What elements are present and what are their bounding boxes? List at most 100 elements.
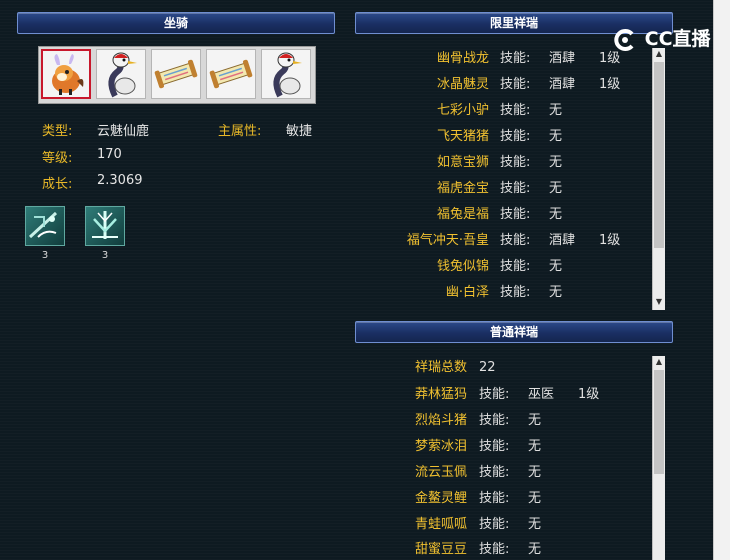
skill-value: 无 <box>549 285 563 300</box>
item-name: 如意宝狮 <box>436 155 489 170</box>
list-item: 金鳌灵鲤 技能: 无 <box>380 489 650 509</box>
growth-label: 成长: <box>42 177 73 192</box>
item-name: 甜蜜豆豆 <box>414 542 467 557</box>
skill-level: 1级 <box>578 387 600 402</box>
pet-selector-row <box>38 46 316 104</box>
item-name: 七彩小驴 <box>436 103 489 118</box>
level-value: 170 <box>97 147 122 162</box>
item-name: 幽·白泽 <box>445 285 489 300</box>
skill-label: 技能: <box>500 155 531 170</box>
list-item: 甜蜜豆豆 技能: 无 <box>380 540 650 560</box>
list-item: 如意宝狮 技能: 无 <box>380 153 650 173</box>
skill-value: 无 <box>549 207 563 222</box>
list-item: 青蛙呱呱 技能: 无 <box>380 515 650 535</box>
pet-slot-3[interactable] <box>151 49 201 99</box>
item-name: 福兔是福 <box>436 207 489 222</box>
mount-panel-header: 坐骑 <box>17 12 335 34</box>
skill-label: 技能: <box>479 542 510 557</box>
skill-label: 技能: <box>500 51 531 66</box>
total-value: 22 <box>479 360 496 375</box>
skill-value: 巫医 <box>528 387 555 402</box>
mount-skill-1-level: 3 <box>41 250 49 261</box>
window-right-scrollbar[interactable] <box>713 0 730 560</box>
mount-skill-2[interactable] <box>85 206 125 246</box>
skill-rune-icon <box>28 211 58 239</box>
normal-list-scrollbar[interactable]: ▲ <box>652 356 665 560</box>
item-name: 金鳌灵鲤 <box>414 491 467 506</box>
item-name: 烈焰斗猪 <box>414 413 467 428</box>
skill-value: 无 <box>549 181 563 196</box>
crane-pet-icon <box>273 52 302 98</box>
scroll-down-arrow-icon[interactable]: ▼ <box>653 296 665 308</box>
list-item: 莽林猛犸 技能: 巫医 1级 <box>380 385 650 405</box>
item-name: 青蛙呱呱 <box>414 517 467 532</box>
deer-pet-icon <box>52 54 84 95</box>
normal-panel-header: 普通祥瑞 <box>355 321 673 343</box>
skill-label: 技能: <box>479 413 510 428</box>
list-item: 福气冲天·吾皇 技能: 酒肆 1级 <box>380 231 650 251</box>
skill-value: 无 <box>528 439 542 454</box>
list-item: 钱兔似锦 技能: 无 <box>380 257 650 277</box>
skill-value: 无 <box>528 465 542 480</box>
scroll-up-arrow-icon[interactable]: ▲ <box>653 356 665 368</box>
skill-value: 无 <box>528 413 542 428</box>
level-label: 等级: <box>42 151 73 166</box>
skill-label: 技能: <box>500 103 531 118</box>
pet-slot-2[interactable] <box>96 49 146 99</box>
skill-label: 技能: <box>479 439 510 454</box>
crane-pet-icon <box>108 52 137 98</box>
skill-value: 无 <box>528 542 542 557</box>
skill-value: 无 <box>549 155 563 170</box>
item-name: 钱兔似锦 <box>436 259 489 274</box>
list-item: 福虎金宝 技能: 无 <box>380 179 650 199</box>
item-name: 冰晶魅灵 <box>436 77 489 92</box>
scroll-pet-icon <box>154 59 198 89</box>
skill-label: 技能: <box>500 129 531 144</box>
main-attribute-label: 主属性: <box>218 124 262 139</box>
pet-slot-5[interactable] <box>261 49 311 99</box>
scroll-thumb[interactable] <box>654 370 664 474</box>
type-value: 云魅仙鹿 <box>97 124 150 139</box>
watermark-text: CC直播 <box>644 28 711 50</box>
item-name: 莽林猛犸 <box>414 387 467 402</box>
skill-spike-icon <box>92 211 118 239</box>
type-label: 类型: <box>42 124 73 139</box>
skill-value: 无 <box>549 259 563 274</box>
skill-level: 1级 <box>599 233 621 248</box>
total-row: 祥瑞总数 22 <box>380 358 650 378</box>
growth-value: 2.3069 <box>97 173 143 188</box>
item-name: 福气冲天·吾皇 <box>406 233 489 248</box>
item-name: 流云玉佩 <box>414 465 467 480</box>
skill-label: 技能: <box>500 181 531 196</box>
list-item: 福兔是福 技能: 无 <box>380 205 650 225</box>
mount-skill-1[interactable] <box>25 206 65 246</box>
list-item: 飞天猪猪 技能: 无 <box>380 127 650 147</box>
skill-label: 技能: <box>500 285 531 300</box>
pet-slot-1[interactable] <box>41 49 91 99</box>
skill-label: 技能: <box>500 77 531 92</box>
scroll-thumb[interactable] <box>654 62 664 248</box>
cc-live-watermark: CC直播 <box>612 24 711 51</box>
limited-list-scrollbar[interactable]: ▲ ▼ <box>652 48 665 310</box>
skill-label: 技能: <box>479 465 510 480</box>
total-label: 祥瑞总数 <box>414 360 467 375</box>
list-item: 幽·白泽 技能: 无 <box>380 283 650 303</box>
skill-label: 技能: <box>479 387 510 402</box>
skill-value: 无 <box>528 491 542 506</box>
skill-level: 1级 <box>599 77 621 92</box>
list-item: 七彩小驴 技能: 无 <box>380 101 650 121</box>
skill-label: 技能: <box>479 491 510 506</box>
skill-value: 酒肆 <box>549 77 576 92</box>
scroll-pet-icon <box>209 59 253 89</box>
item-name: 梦萦冰泪 <box>414 439 467 454</box>
list-item: 梦萦冰泪 技能: 无 <box>380 437 650 457</box>
list-item: 冰晶魅灵 技能: 酒肆 1级 <box>380 75 650 95</box>
skill-value: 无 <box>528 517 542 532</box>
skill-value: 无 <box>549 103 563 118</box>
list-item: 幽骨战龙 技能: 酒肆 1级 <box>380 49 650 69</box>
item-name: 幽骨战龙 <box>436 51 489 66</box>
pet-slot-4[interactable] <box>206 49 256 99</box>
skill-value: 无 <box>549 129 563 144</box>
skill-label: 技能: <box>479 517 510 532</box>
item-name: 飞天猪猪 <box>436 129 489 144</box>
